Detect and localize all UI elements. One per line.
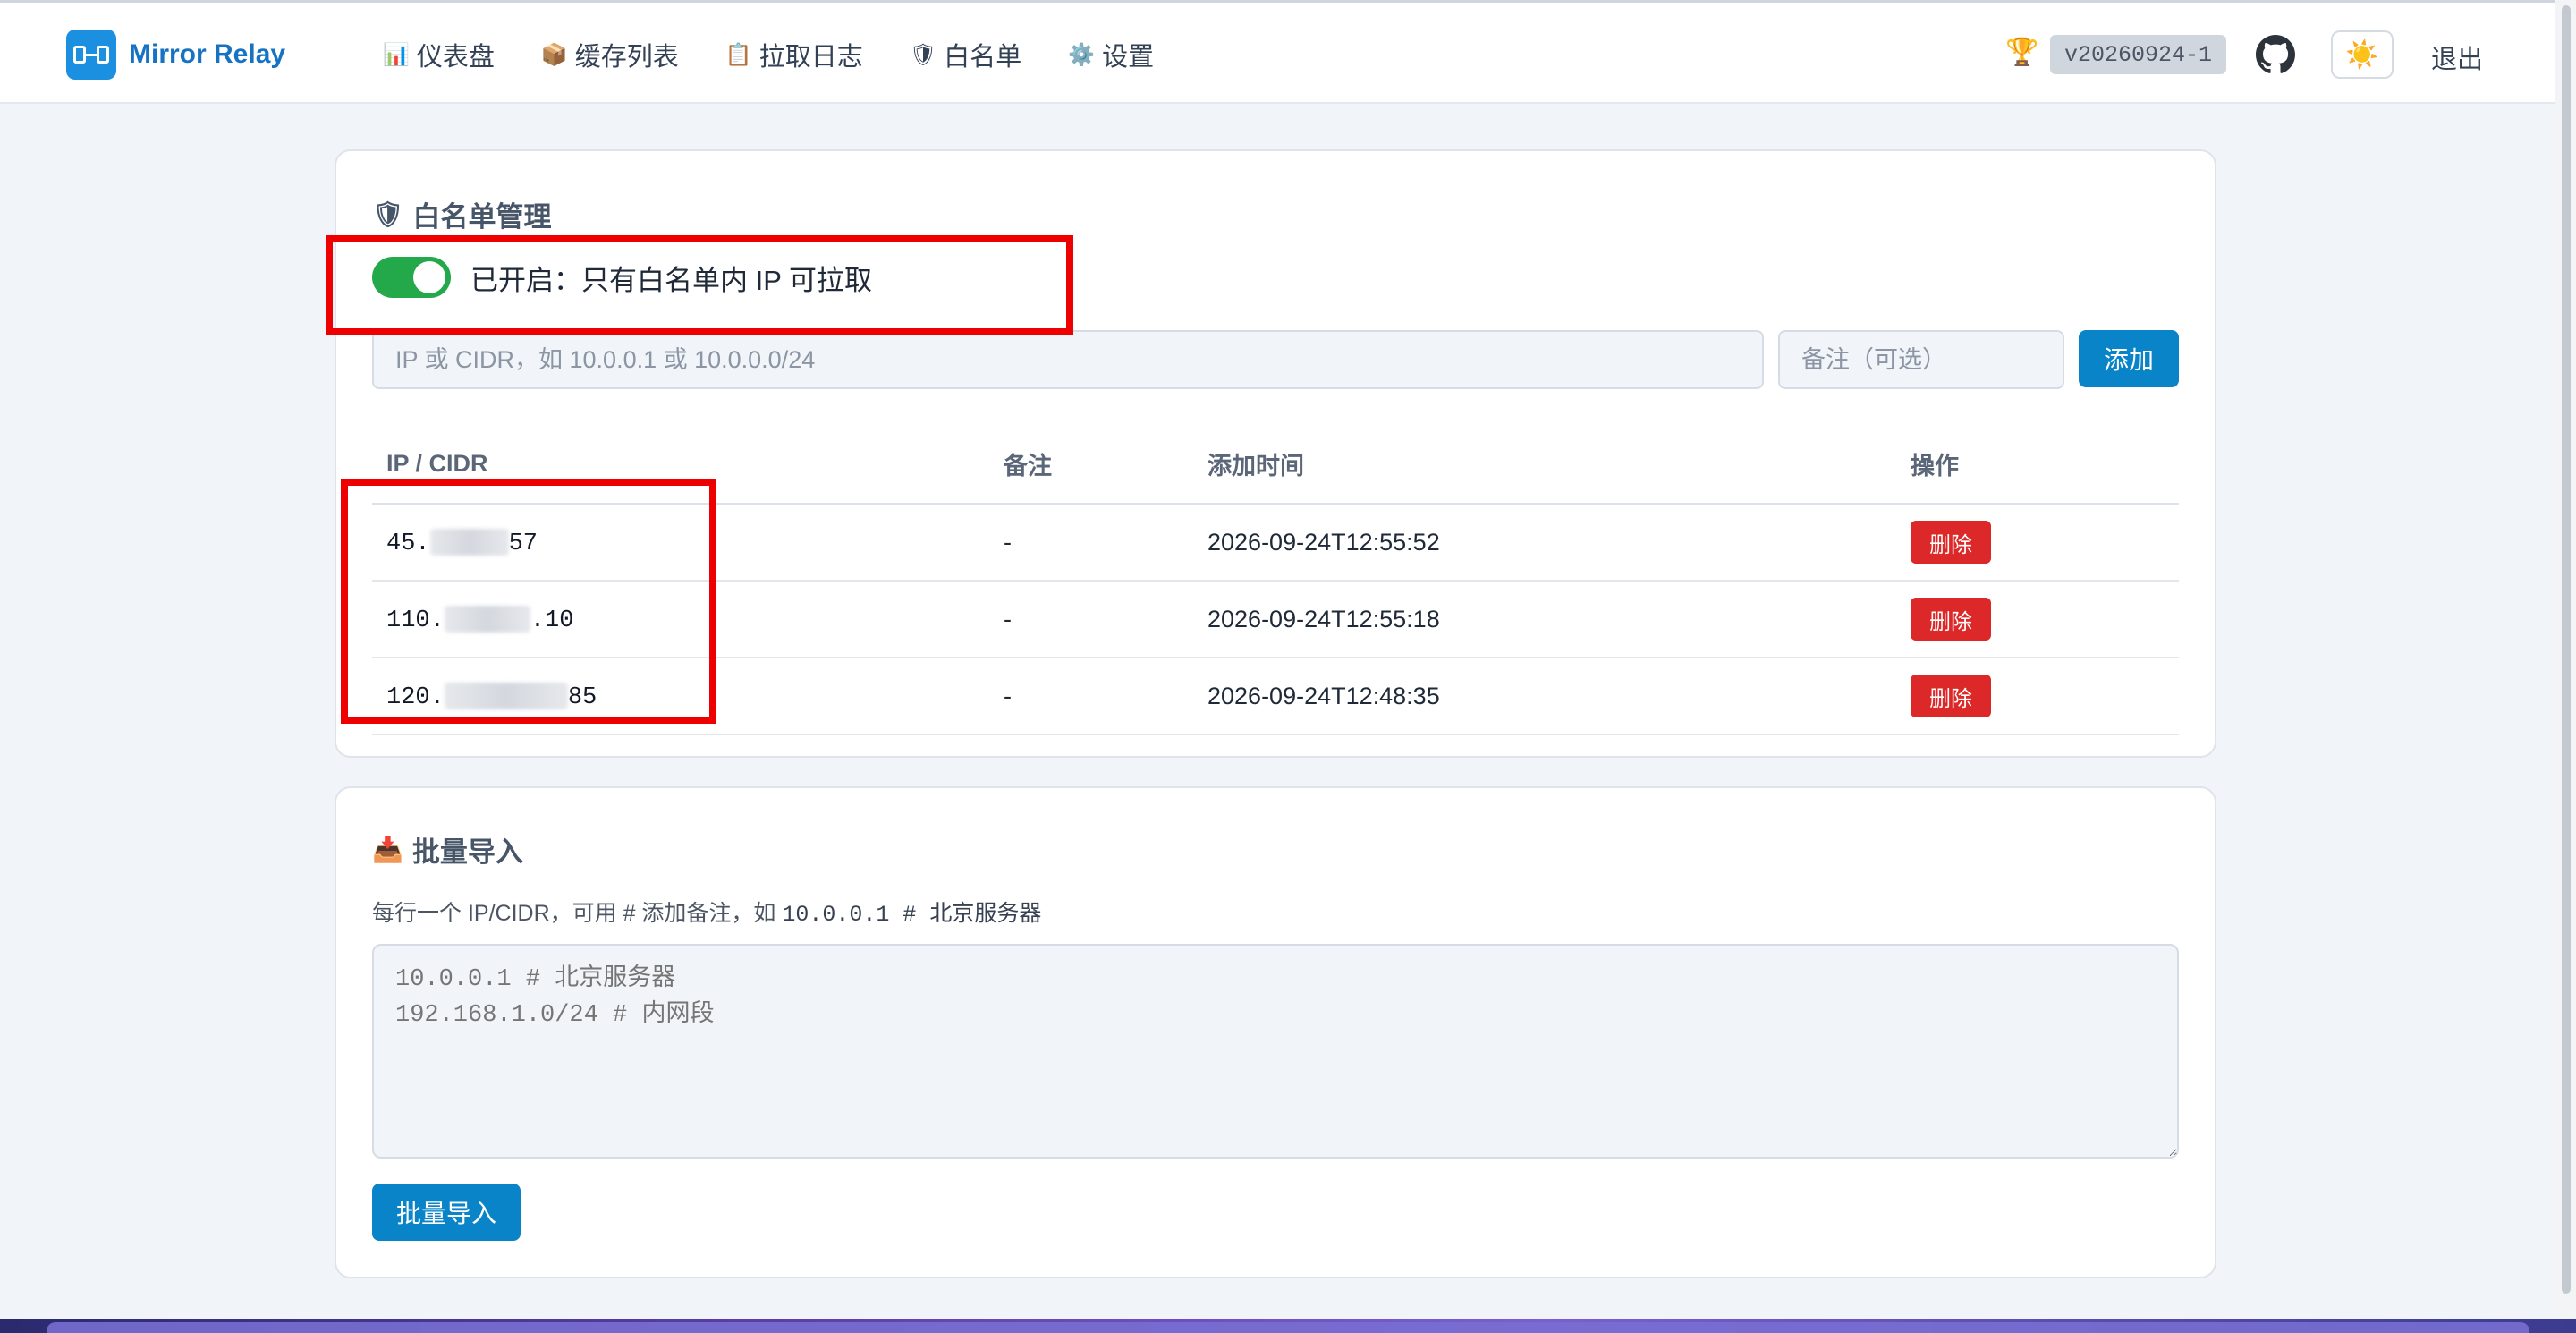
bar-chart-icon: 📊 (383, 42, 410, 67)
bulk-import-card: 📥 批量导入 每行一个 IP/CIDR，可用 # 添加备注，如 10.0.0.1… (335, 786, 2216, 1278)
delete-button[interactable]: 删除 (1911, 598, 1991, 641)
action-cell: 删除 (1896, 581, 2179, 658)
bulk-import-title: 📥 批量导入 (372, 829, 523, 870)
nav-item-cache-list[interactable]: 📦 缓存列表 (541, 36, 679, 73)
version-badge: v20260924-1 (2050, 35, 2227, 74)
theme-toggle-button[interactable]: ☀️ (2331, 30, 2394, 79)
brand[interactable]: Mirror Relay (66, 30, 285, 80)
note-input[interactable] (1778, 330, 2064, 389)
note-cell: - (989, 658, 1193, 735)
hint-example: 10.0.0.1 # 北京服务器 (782, 902, 1042, 928)
time-cell: 2026-09-24T12:55:18 (1193, 581, 1896, 658)
ip-cell: 110. .10 (372, 581, 989, 658)
main-nav: 📊 仪表盘 📦 缓存列表 📋 拉取日志 🛡 白名单 ⚙️ 设置 (383, 30, 1200, 80)
sun-icon: ☀️ (2345, 39, 2379, 70)
relay-logo-icon (66, 30, 116, 80)
inbox-tray-icon: 📥 (372, 836, 403, 863)
time-cell: 2026-09-24T12:48:35 (1193, 658, 1896, 735)
nav-item-label: 白名单 (944, 43, 1022, 72)
ip-suffix: 85 (567, 683, 597, 711)
note-cell: - (989, 581, 1193, 658)
whitelist-title: 🛡 白名单管理 (372, 194, 552, 234)
desktop-dock-strip (0, 1319, 2576, 1333)
nav-item-whitelist[interactable]: 🛡 白名单 (910, 36, 1021, 73)
ip-suffix: 57 (508, 530, 538, 557)
table-row: 45. 57 - 2026-09-24T12:55:52 删除 (372, 504, 2179, 582)
table-header-row: IP / CIDR 备注 添加时间 操作 (372, 425, 2179, 505)
whitelist-card: 🛡 白名单管理 已开启：只有白名单内 IP 可拉取 添加 IP / CIDR 备… (335, 149, 2216, 758)
logout-link[interactable]: 退出 (2431, 38, 2483, 76)
trophy-icon: 🏆 (2005, 38, 2039, 67)
redacted-ip-segment (444, 606, 530, 633)
nav-item-label: 缓存列表 (574, 43, 679, 72)
nav-item-dashboard[interactable]: 📊 仪表盘 (383, 36, 495, 73)
delete-button[interactable]: 删除 (1911, 521, 1991, 564)
note-cell: - (989, 504, 1193, 582)
whitelist-title-text: 白名单管理 (412, 201, 552, 233)
redacted-ip-segment (444, 683, 568, 710)
github-icon[interactable] (2256, 35, 2295, 74)
toggle-status-label: 已开启：只有白名单内 IP 可拉取 (470, 264, 872, 296)
nav-item-pull-logs[interactable]: 📋 拉取日志 (725, 36, 863, 73)
action-cell: 删除 (1896, 504, 2179, 582)
brand-name: Mirror Relay (129, 39, 286, 69)
table-row: 110. .10 - 2026-09-24T12:55:18 删除 (372, 581, 2179, 658)
whitelist-enabled-toggle[interactable] (372, 257, 451, 298)
action-cell: 删除 (1896, 658, 2179, 735)
package-icon: 📦 (540, 42, 568, 67)
table-row: 120. 85 - 2026-09-24T12:48:35 删除 (372, 658, 2179, 735)
add-button[interactable]: 添加 (2079, 330, 2179, 387)
nav-item-label: 设置 (1102, 43, 1155, 72)
bulk-import-hint: 每行一个 IP/CIDR，可用 # 添加备注，如 10.0.0.1 # 北京服务… (372, 896, 1041, 928)
bulk-import-title-text: 批量导入 (411, 836, 523, 868)
nav-item-label: 拉取日志 (758, 43, 863, 72)
column-header-action: 操作 (1896, 425, 2179, 505)
whitelist-toggle-row: 已开启：只有白名单内 IP 可拉取 (372, 257, 872, 298)
hint-text: 每行一个 IP/CIDR，可用 # 添加备注，如 (372, 901, 783, 926)
log-icon: 📋 (724, 42, 752, 67)
time-cell: 2026-09-24T12:55:52 (1193, 504, 1896, 582)
shield-icon: 🛡 (372, 200, 404, 228)
nav-item-settings[interactable]: ⚙️ 设置 (1068, 36, 1154, 73)
ip-prefix: 110. (386, 607, 445, 634)
column-header-time: 添加时间 (1193, 425, 1896, 505)
bulk-import-button[interactable]: 批量导入 (372, 1184, 521, 1241)
column-header-ip: IP / CIDR (372, 425, 989, 505)
ip-prefix: 120. (386, 683, 445, 711)
whitelist-table: IP / CIDR 备注 添加时间 操作 45. 57 - 2026-09-24T… (372, 425, 2179, 735)
scrollbar-thumb[interactable] (2562, 5, 2571, 1294)
gear-icon: ⚙️ (1068, 42, 1096, 67)
redacted-ip-segment (429, 529, 509, 556)
top-navbar: Mirror Relay 📊 仪表盘 📦 缓存列表 📋 拉取日志 🛡 白名单 ⚙… (0, 3, 2555, 104)
bulk-import-textarea[interactable] (372, 944, 2179, 1159)
app-window: Mirror Relay 📊 仪表盘 📦 缓存列表 📋 拉取日志 🛡 白名单 ⚙… (0, 0, 2555, 1319)
ip-cell: 120. 85 (372, 658, 989, 735)
ip-suffix: .10 (530, 607, 574, 634)
ip-cell: 45. 57 (372, 504, 989, 582)
column-header-note: 备注 (989, 425, 1193, 505)
ip-prefix: 45. (386, 530, 430, 557)
ip-cidr-input[interactable] (372, 330, 1764, 389)
delete-button[interactable]: 删除 (1911, 675, 1991, 717)
nav-item-label: 仪表盘 (416, 43, 495, 72)
shield-icon: 🛡 (909, 42, 937, 67)
